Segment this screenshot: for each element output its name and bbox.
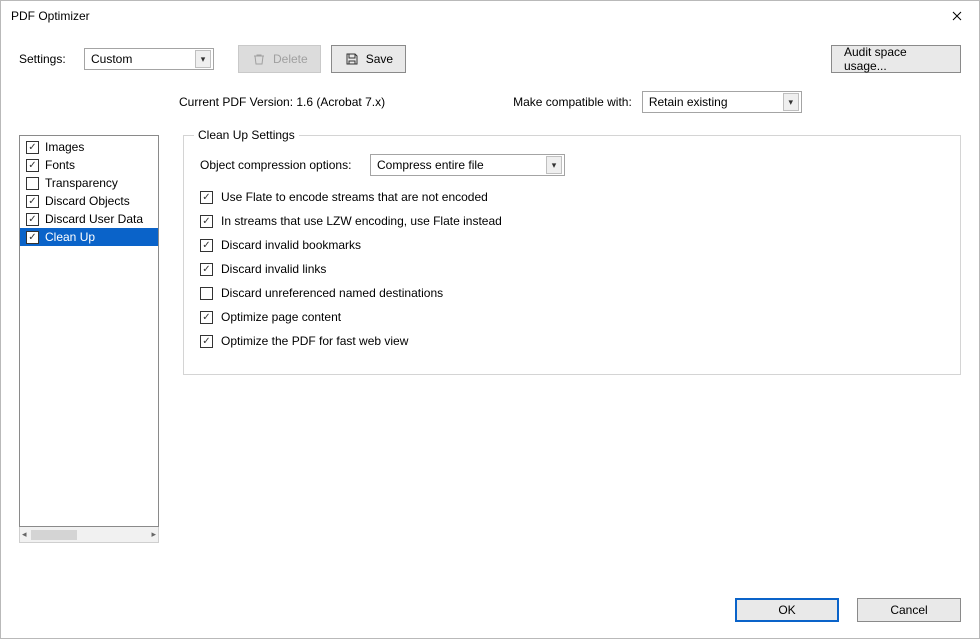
checkbox[interactable]: ✓ [200,263,213,276]
checkbox[interactable] [200,287,213,300]
sidebar-horizontal-scrollbar[interactable]: ◂ ▸ [19,527,159,543]
cleanup-option-label: Discard unreferenced named destinations [221,286,443,300]
close-icon [952,11,962,21]
trash-icon [251,51,267,67]
titlebar: PDF Optimizer [1,1,979,31]
panel-title: Clean Up Settings [194,128,299,142]
sidebar-item-discard-objects[interactable]: ✓ Discard Objects [20,192,158,210]
checkbox-icon[interactable]: ✓ [26,213,39,226]
cleanup-option-row: ✓ In streams that use LZW encoding, use F… [200,214,944,228]
content-area: Settings: Custom ▾ Delete Save Audit spa… [1,31,979,586]
save-button[interactable]: Save [331,45,406,73]
cancel-button[interactable]: Cancel [857,598,961,622]
scrollbar-thumb[interactable] [31,530,78,540]
object-compression-dropdown[interactable]: Compress entire file ▾ [370,154,565,176]
delete-button: Delete [238,45,321,73]
checkbox[interactable]: ✓ [200,215,213,228]
checkbox-icon[interactable] [26,177,39,190]
cleanup-option-row: ✓ Optimize the PDF for fast web view [200,334,944,348]
sidebar-item-images[interactable]: ✓ Images [20,138,158,156]
make-compatible-value: Retain existing [649,95,728,109]
checkbox[interactable]: ✓ [200,239,213,252]
ok-button-label: OK [778,603,795,617]
sidebar-item-label: Clean Up [45,230,95,244]
cancel-button-label: Cancel [890,603,927,617]
settings-label: Settings: [19,52,74,66]
cleanup-option-label: Discard invalid bookmarks [221,238,361,252]
make-compatible-label: Make compatible with: [513,95,632,109]
cleanup-checklist: ✓ Use Flate to encode streams that are no… [200,190,944,348]
chevron-down-icon: ▾ [195,50,211,68]
body-row: ✓ Images ✓ Fonts Transparency ✓ Discard Object… [19,135,961,576]
ok-button[interactable]: OK [735,598,839,622]
cleanup-option-row: ✓ Discard invalid links [200,262,944,276]
settings-dropdown-value: Custom [91,52,132,66]
make-compatible-dropdown[interactable]: Retain existing ▾ [642,91,802,113]
chevron-down-icon: ▾ [546,156,562,174]
cleanup-option-label: Optimize page content [221,310,341,324]
cleanup-option-row: ✓ Optimize page content [200,310,944,324]
cleanup-option-label: Optimize the PDF for fast web view [221,334,408,348]
sidebar-item-discard-user-data[interactable]: ✓ Discard User Data [20,210,158,228]
pdf-optimizer-dialog: PDF Optimizer Settings: Custom ▾ Delete [0,0,980,639]
sidebar-item-label: Images [45,140,84,154]
version-compat-row: Current PDF Version: 1.6 (Acrobat 7.x) M… [19,91,961,113]
checkbox-icon[interactable]: ✓ [26,195,39,208]
cleanup-option-label: Discard invalid links [221,262,326,276]
object-compression-row: Object compression options: Compress ent… [200,154,944,176]
checkbox[interactable]: ✓ [200,191,213,204]
sidebar-item-label: Fonts [45,158,75,172]
cleanup-option-label: In streams that use LZW encoding, use Fl… [221,214,502,228]
cleanup-option-row: ✓ Use Flate to encode streams that are no… [200,190,944,204]
sidebar-item-label: Discard User Data [45,212,143,226]
cleanup-settings-panel: Clean Up Settings Object compression opt… [183,135,961,375]
sidebar-item-label: Transparency [45,176,118,190]
checkbox[interactable]: ✓ [200,335,213,348]
window-title: PDF Optimizer [11,9,90,23]
settings-row: Settings: Custom ▾ Delete Save Audit spa… [19,45,961,73]
settings-dropdown[interactable]: Custom ▾ [84,48,214,70]
object-compression-label: Object compression options: [200,158,360,172]
category-sidebar[interactable]: ✓ Images ✓ Fonts Transparency ✓ Discard Object… [19,135,159,527]
cleanup-option-row: Discard unreferenced named destinations [200,286,944,300]
audit-space-usage-button[interactable]: Audit space usage... [831,45,961,73]
checkbox[interactable]: ✓ [200,311,213,324]
checkbox-icon[interactable]: ✓ [26,231,39,244]
checkbox-icon[interactable]: ✓ [26,141,39,154]
floppy-disk-icon [344,51,360,67]
sidebar-item-fonts[interactable]: ✓ Fonts [20,156,158,174]
cleanup-option-label: Use Flate to encode streams that are not… [221,190,488,204]
dialog-footer: OK Cancel [1,586,979,638]
save-button-label: Save [366,52,393,66]
audit-button-label: Audit space usage... [844,45,948,73]
delete-button-label: Delete [273,52,308,66]
scroll-left-icon[interactable]: ◂ [22,529,27,540]
sidebar-item-transparency[interactable]: Transparency [20,174,158,192]
checkbox-icon[interactable]: ✓ [26,159,39,172]
object-compression-value: Compress entire file [377,158,484,172]
chevron-down-icon: ▾ [783,93,799,111]
sidebar-item-label: Discard Objects [45,194,130,208]
sidebar-wrap: ✓ Images ✓ Fonts Transparency ✓ Discard Object… [19,135,159,543]
current-pdf-version-text: Current PDF Version: 1.6 (Acrobat 7.x) [179,95,385,109]
scroll-right-icon[interactable]: ▸ [151,529,156,540]
cleanup-option-row: ✓ Discard invalid bookmarks [200,238,944,252]
sidebar-item-clean-up[interactable]: ✓ Clean Up [20,228,158,246]
close-button[interactable] [935,1,979,31]
